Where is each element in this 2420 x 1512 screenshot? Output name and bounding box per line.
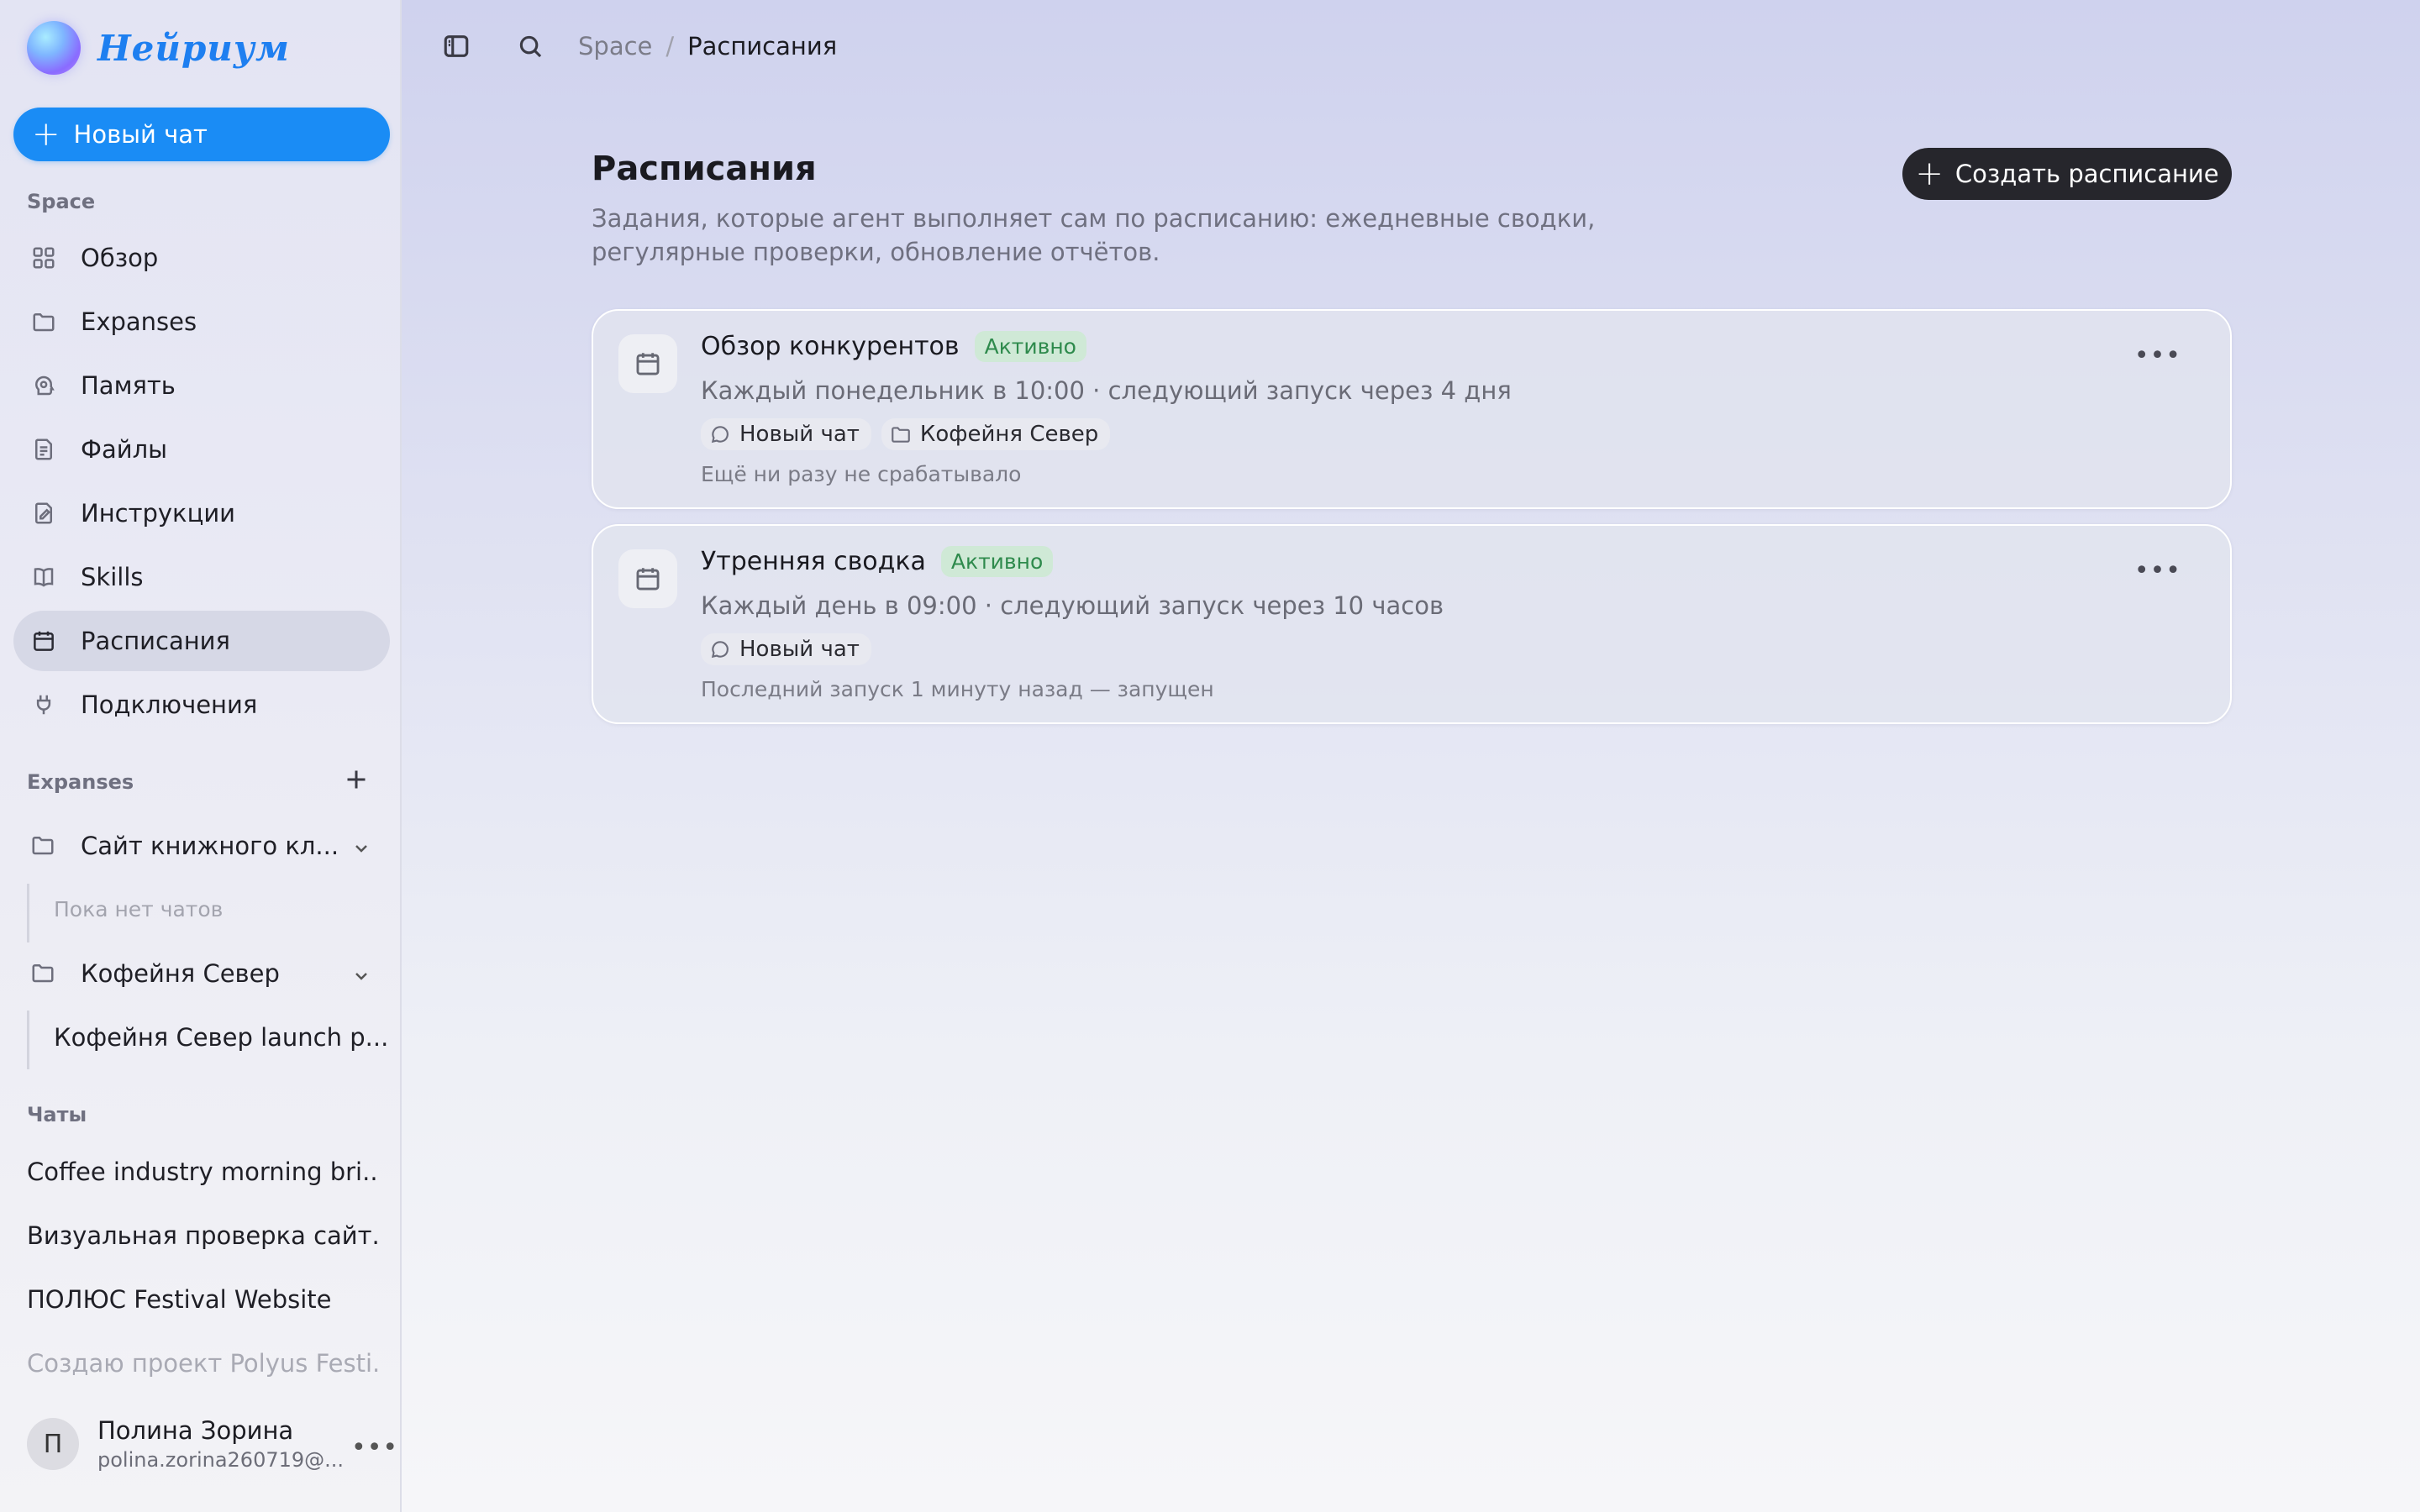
schedule-card[interactable]: Утренняя сводка Активно Каждый день в 09… [592, 524, 2232, 724]
target-chip[interactable]: Новый чат [701, 418, 871, 450]
create-schedule-button[interactable]: + Создать расписание [1902, 148, 2232, 200]
more-icon[interactable]: ••• [2134, 341, 2181, 370]
sidebar-item-label: Обзор [81, 244, 159, 272]
user-email: polina.zorina260719@... [97, 1448, 345, 1472]
more-icon[interactable]: ••• [2134, 556, 2181, 585]
plug-icon [30, 691, 57, 718]
plus-icon: + [32, 115, 60, 154]
folder-icon [30, 832, 57, 859]
plus-icon: + [1915, 155, 1944, 193]
grid-icon [30, 244, 57, 271]
file-icon [30, 436, 57, 463]
chip-label: Новый чат [739, 637, 860, 662]
sidebar-item-label: Подключения [81, 690, 258, 719]
add-expanse-button[interactable] [341, 764, 371, 795]
tree-line [27, 884, 29, 942]
expanse-chat-item[interactable]: Кофейня Север launch p... [54, 1023, 388, 1052]
sidebar-item-skills[interactable]: Skills [13, 547, 390, 607]
brand[interactable]: Нейриум [27, 20, 290, 76]
breadcrumb-root[interactable]: Space [578, 32, 652, 60]
sidebar-item-schedules[interactable]: Расписания [13, 611, 390, 671]
breadcrumb: Space / Расписания [578, 32, 837, 60]
space-section-label: Space [27, 190, 96, 213]
chats-section-label: Чаты [27, 1103, 87, 1126]
sidebar-item-label: Память [81, 371, 176, 400]
folder-icon [30, 960, 57, 987]
sidebar-item-label: Инструкции [81, 499, 236, 528]
breadcrumb-separator: / [666, 32, 675, 60]
schedule-timing: Каждый день в 09:00 · следующий запуск ч… [701, 591, 1444, 620]
new-chat-label: Новый чат [73, 120, 208, 149]
chat-item[interactable]: Coffee industry morning bri... [27, 1158, 380, 1186]
new-chat-button[interactable]: + Новый чат [13, 108, 390, 161]
plus-icon [347, 770, 366, 789]
expanse-item[interactable]: Сайт книжного кл... [13, 819, 390, 873]
schedule-last-run: Ещё ни разу не срабатывало [701, 462, 1022, 486]
page-title: Расписания [592, 150, 817, 188]
folder-icon [30, 308, 57, 335]
chevron-down-icon[interactable] [351, 963, 371, 984]
calendar-icon [618, 334, 677, 393]
schedule-title: Утренняя сводка [701, 547, 926, 576]
schedule-title: Обзор конкурентов [701, 332, 960, 361]
sidebar-item-memory[interactable]: Память [13, 355, 390, 416]
sidebar-item-files[interactable]: Файлы [13, 419, 390, 480]
empty-chats-text: Пока нет чатов [54, 897, 224, 921]
avatar: П [27, 1418, 79, 1470]
sidebar: Нейриум + Новый чат Space Обзор Expanses… [0, 0, 402, 1512]
sidebar-item-label: Expanses [81, 307, 197, 336]
chat-icon [711, 426, 729, 444]
expanse-item[interactable]: Кофейня Север [13, 947, 390, 1000]
sidebar-item-label: Расписания [81, 627, 230, 655]
calendar-icon [618, 549, 677, 608]
chip-label: Кофейня Север [919, 422, 1099, 447]
sidebar-toggle-icon[interactable] [442, 32, 471, 60]
breadcrumb-current: Расписания [687, 32, 838, 60]
brand-logo-icon [27, 21, 81, 75]
folder-icon [892, 427, 910, 443]
brand-name: Нейриум [97, 27, 290, 69]
more-icon[interactable]: ••• [351, 1433, 398, 1462]
topbar: Space / Расписания [402, 0, 2420, 94]
expanses-section-label: Expanses [27, 770, 134, 794]
create-schedule-label: Создать расписание [1954, 160, 2219, 188]
target-chip[interactable]: Кофейня Север [881, 418, 1111, 450]
calendar-icon [30, 627, 57, 654]
expanse-label: Сайт книжного кл... [81, 832, 339, 860]
sidebar-item-connections[interactable]: Подключения [13, 675, 390, 735]
book-icon [30, 564, 57, 591]
schedule-timing: Каждый понедельник в 10:00 · следующий з… [701, 376, 1512, 405]
sidebar-item-overview[interactable]: Обзор [13, 228, 390, 288]
search-icon[interactable] [516, 32, 544, 60]
chat-item[interactable]: ПОЛЮС Festival Website [27, 1285, 380, 1314]
schedule-last-run: Последний запуск 1 минуту назад — запуще… [701, 677, 1214, 701]
instructions-icon [30, 500, 57, 527]
chevron-down-icon[interactable] [351, 836, 371, 856]
expanse-label: Кофейня Север [81, 959, 280, 988]
schedule-card[interactable]: Обзор конкурентов Активно Каждый понедел… [592, 309, 2232, 509]
tree-line [27, 1011, 29, 1069]
status-badge: Активно [974, 331, 1086, 362]
sidebar-item-expanses[interactable]: Expanses [13, 291, 390, 352]
chip-label: Новый чат [739, 422, 860, 447]
chat-item[interactable]: Визуальная проверка сайт... [27, 1221, 380, 1250]
sidebar-item-instructions[interactable]: Инструкции [13, 483, 390, 543]
status-badge: Активно [940, 546, 1054, 577]
chat-item[interactable]: Создаю проект Polyus Festi... [27, 1349, 380, 1378]
user-name: Полина Зорина [97, 1416, 294, 1445]
sidebar-item-label: Skills [81, 563, 144, 591]
target-chip[interactable]: Новый чат [701, 633, 871, 665]
brain-icon [30, 372, 57, 399]
user-profile[interactable]: П Полина Зорина polina.zorina260719@... [27, 1416, 344, 1472]
sidebar-item-label: Файлы [81, 435, 168, 464]
page-description: Задания, которые агент выполняет сам по … [592, 204, 1596, 266]
chat-icon [711, 641, 729, 659]
